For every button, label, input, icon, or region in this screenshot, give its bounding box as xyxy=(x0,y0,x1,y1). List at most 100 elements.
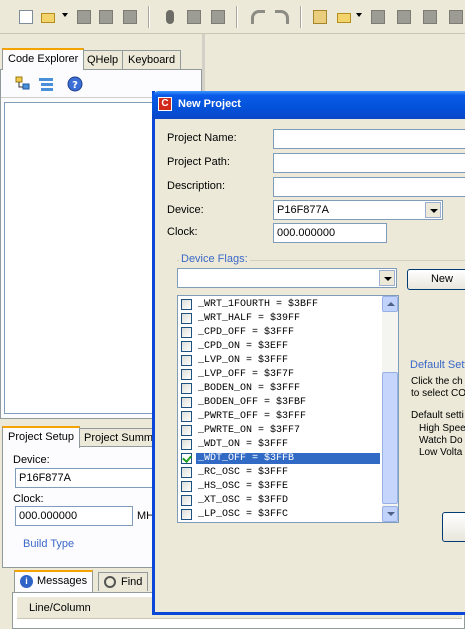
open-project-dropdown-icon[interactable] xyxy=(356,13,362,17)
tab-find[interactable]: Find xyxy=(98,572,149,591)
default-settings-label: Default setti xyxy=(411,410,464,421)
flag-checkbox[interactable] xyxy=(181,397,192,408)
new-project-icon[interactable] xyxy=(310,7,330,27)
paste-icon[interactable] xyxy=(208,7,228,27)
flag-checkbox[interactable] xyxy=(181,467,192,478)
flag-row[interactable]: _CPD_OFF = $3FFF xyxy=(178,326,382,340)
flag-row[interactable]: _BODEN_ON = $3FFF xyxy=(178,382,382,396)
flag-text: _CPD_OFF = $3FFF xyxy=(198,327,295,338)
help-icon[interactable]: ? xyxy=(67,76,83,92)
flag-checkbox[interactable] xyxy=(181,481,192,492)
flag-checkbox[interactable] xyxy=(181,341,192,352)
flag-row[interactable]: _CPD_ON = $3EFF xyxy=(178,340,382,354)
tab-keyboard[interactable]: Keyboard xyxy=(122,50,182,69)
flag-text: _CPD_ON = $3EFF xyxy=(198,341,289,352)
flag-text: _LVP_ON = $3FFF xyxy=(198,355,289,366)
flag-text: _PWRTE_OFF = $3FFF xyxy=(198,411,307,422)
new-flag-button[interactable]: New xyxy=(407,269,465,290)
device-flags-list[interactable]: _WRT_1FOURTH = $3BFF _WRT_HALF = $39FF _CP… xyxy=(177,295,399,523)
device-label: Device: xyxy=(167,204,204,216)
tab-project-setup[interactable]: Project Setup xyxy=(2,426,81,448)
redo-icon[interactable] xyxy=(272,7,292,27)
flag-row[interactable]: _HS_OSC = $3FFE xyxy=(178,480,382,494)
new-document-icon[interactable] xyxy=(16,7,36,27)
save-all-icon[interactable] xyxy=(96,7,116,27)
flag-text: _WDT_ON = $3FFF xyxy=(198,439,289,450)
flag-text: _PWRTE_ON = $3FF7 xyxy=(198,425,301,436)
toolbar-separator xyxy=(300,6,302,28)
flag-text: _WRT_1FOURTH = $3BFF xyxy=(198,299,319,310)
compile-icon[interactable] xyxy=(420,7,440,27)
flag-row[interactable]: _BODEN_OFF = $3FBF xyxy=(178,396,382,410)
setup-device-field[interactable]: P16F877A xyxy=(15,468,165,488)
scroll-down-icon[interactable] xyxy=(382,506,398,522)
flag-text: _XT_OSC = $3FFD xyxy=(198,495,289,506)
chevron-down-icon[interactable] xyxy=(425,202,441,218)
flag-checkbox[interactable] xyxy=(181,509,192,520)
flag-checkbox[interactable] xyxy=(181,411,192,422)
scroll-up-icon[interactable] xyxy=(382,296,398,312)
flags-scrollbar[interactable] xyxy=(382,296,398,522)
scroll-thumb[interactable] xyxy=(382,372,398,504)
flag-checkbox[interactable] xyxy=(181,453,192,464)
flag-row[interactable]: _LP_OSC = $3FFC xyxy=(178,508,382,522)
flag-checkbox[interactable] xyxy=(181,495,192,506)
flag-row[interactable]: _PWRTE_OFF = $3FFF xyxy=(178,410,382,424)
description-input[interactable] xyxy=(273,177,465,197)
flag-row[interactable]: _XT_OSC = $3FFD xyxy=(178,494,382,508)
undo-icon[interactable] xyxy=(248,7,268,27)
list-view-icon[interactable] xyxy=(38,76,54,92)
open-folder-icon[interactable] xyxy=(38,7,58,27)
flag-text: _WRT_HALF = $39FF xyxy=(198,313,301,324)
dialog-title: New Project xyxy=(178,98,241,110)
tree-view-icon[interactable] xyxy=(15,76,31,92)
flag-row[interactable]: _LVP_OFF = $3F7F xyxy=(178,368,382,382)
flag-text: _RC_OSC = $3FFF xyxy=(198,467,289,478)
default-settings-title: Default Sett xyxy=(410,359,465,371)
device-select[interactable]: P16F877A xyxy=(273,200,443,220)
flag-checkbox[interactable] xyxy=(181,313,192,324)
flag-row[interactable]: _WDT_ON = $3FFF xyxy=(178,438,382,452)
close-project-icon[interactable] xyxy=(394,7,414,27)
copy-icon[interactable] xyxy=(184,7,204,27)
flag-row[interactable]: _WDT_OFF = $3FFB xyxy=(178,452,382,466)
project-path-input[interactable] xyxy=(273,153,465,173)
cut-icon[interactable] xyxy=(160,7,180,27)
app-c-icon: C xyxy=(158,97,172,111)
save-icon[interactable] xyxy=(74,7,94,27)
project-name-input[interactable] xyxy=(273,129,465,149)
close-icon[interactable] xyxy=(120,7,140,27)
flag-row[interactable]: _WRT_1FOURTH = $3BFF xyxy=(178,298,382,312)
flag-row[interactable]: _RC_OSC = $3FFF xyxy=(178,466,382,480)
svg-text:?: ? xyxy=(72,80,78,91)
save-project-icon[interactable] xyxy=(368,7,388,27)
flag-checkbox[interactable] xyxy=(181,299,192,310)
flag-text: _HS_OSC = $3FFE xyxy=(198,481,289,492)
tab-messages[interactable]: i Messages xyxy=(14,570,94,592)
description-label: Description: xyxy=(167,180,226,192)
clock-input[interactable]: 000.000000 xyxy=(273,223,387,243)
flag-row[interactable]: _LVP_ON = $3FFF xyxy=(178,354,382,368)
default-item-high-speed: High Spee xyxy=(419,423,465,434)
flag-checkbox[interactable] xyxy=(181,383,192,394)
program-icon[interactable] xyxy=(446,7,465,27)
chevron-down-icon[interactable] xyxy=(379,270,395,286)
flag-checkbox[interactable] xyxy=(181,369,192,380)
build-type-link[interactable]: Build Type xyxy=(23,538,74,550)
tab-code-explorer[interactable]: Code Explorer xyxy=(2,48,85,70)
dialog-titlebar[interactable]: C New Project xyxy=(152,91,465,119)
open-project-icon[interactable] xyxy=(334,7,354,27)
tab-qhelp[interactable]: QHelp xyxy=(81,50,125,69)
flag-checkbox[interactable] xyxy=(181,425,192,436)
setup-clock-field[interactable]: 000.000000 xyxy=(15,506,133,526)
ok-button[interactable] xyxy=(442,512,465,542)
flag-text: _LP_OSC = $3FFC xyxy=(198,509,289,520)
flag-row[interactable]: _WRT_HALF = $39FF xyxy=(178,312,382,326)
flag-checkbox[interactable] xyxy=(181,439,192,450)
open-dropdown-arrow-icon[interactable] xyxy=(62,13,68,17)
flag-checkbox[interactable] xyxy=(181,327,192,338)
flag-checkbox[interactable] xyxy=(181,355,192,366)
flag-row[interactable]: _PWRTE_ON = $3FF7 xyxy=(178,424,382,438)
device-flags-select[interactable] xyxy=(177,268,397,288)
tab-messages-label: Messages xyxy=(37,575,88,587)
